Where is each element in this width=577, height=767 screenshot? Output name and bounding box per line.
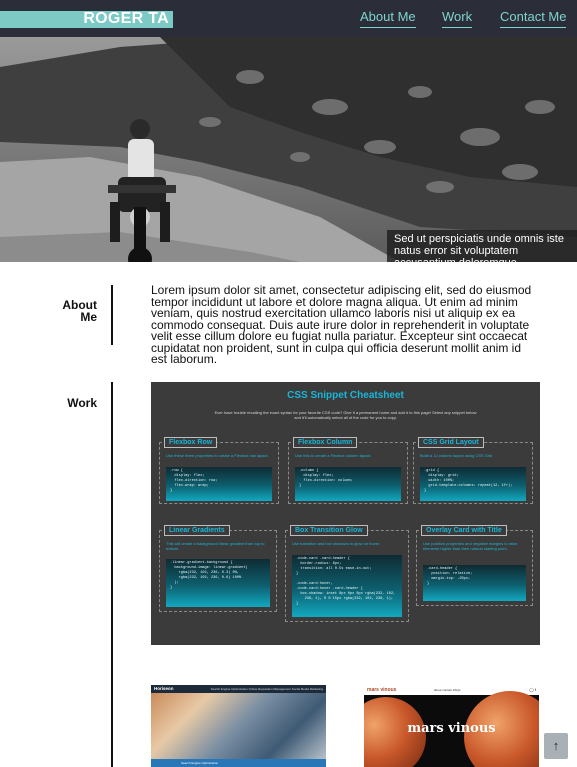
cheatsheet-title: CSS Snippet Cheatsheet [287, 390, 404, 401]
card-linear-gradients[interactable]: Linear Gradients This will create a back… [159, 525, 277, 612]
card-title: Linear Gradients [164, 525, 230, 536]
work-heading: Work [67, 396, 97, 410]
logo-text: ROGER TA [83, 10, 169, 27]
card-flexbox-row[interactable]: Flexbox Row Use these three properties t… [159, 437, 279, 504]
hero-photo [0, 37, 577, 262]
code-block[interactable]: .column { display: flex; flex-direction:… [295, 467, 401, 501]
project-mars-vinous[interactable]: mars vinous about contact FAQs ◯ f mars … [364, 685, 539, 767]
thumb-navbar: Horiseon Search Engine Optimization Onli… [151, 685, 326, 693]
project-css-cheatsheet[interactable]: CSS Snippet Cheatsheet Ever have trouble… [151, 382, 540, 645]
card-title: Box Transition Glow [290, 525, 368, 536]
card-title: CSS Grid Layout [418, 437, 484, 448]
card-flexbox-column[interactable]: Flexbox Column Use this to create a Flex… [288, 437, 408, 504]
project-horiseon[interactable]: Horiseon Search Engine Optimization Onli… [151, 685, 326, 767]
code-block[interactable]: .grid { display: grid; width: 100%; grid… [420, 467, 526, 501]
cheatsheet-subtitle: Ever have trouble recalling the exact sy… [214, 410, 477, 420]
card-title: Flexbox Column [293, 437, 358, 448]
nav-work[interactable]: Work [442, 9, 473, 28]
card-box-transition-glow[interactable]: Box Transition Glow Use transition and b… [285, 525, 409, 622]
thumb-footer-bar: Search Engine Optimization [151, 759, 326, 767]
thumb-hero-image [151, 693, 326, 759]
code-block[interactable]: .row { display: flex; flex-direction: ro… [166, 467, 272, 501]
card-desc: Use this to create a Flexbox column layo… [295, 453, 372, 458]
nav-contact-me[interactable]: Contact Me [500, 9, 567, 28]
thumb-title: mars vinous [407, 721, 496, 736]
thumb-brand: mars vinous [367, 687, 397, 693]
code-block[interactable]: .linear-gradient-background { background… [166, 559, 270, 607]
card-overlay-card-with-title[interactable]: Overlay Card with Title Use position pro… [416, 525, 533, 606]
social-icons: ◯ f [529, 687, 536, 692]
scroll-to-top-button[interactable]: ↑ [544, 733, 568, 759]
thumb-footer-text: Search Engine Optimization [181, 761, 219, 765]
about-text: Lorem ipsum dolor sit amet, consectetur … [151, 283, 532, 366]
about-divider [111, 285, 113, 345]
card-desc: Use transition and box shadows to glow o… [292, 541, 381, 546]
thumb-brand: Horiseon [154, 686, 174, 691]
card-desc: Use these three properties to create a F… [166, 453, 269, 458]
site-header: ROGER TA About Me Work Contact Me [0, 0, 577, 37]
hero-caption: Sed ut perspiciatis unde omnis iste natu… [387, 230, 577, 262]
thumb-nav-links: about contact FAQs [434, 688, 461, 692]
thumb-hero-image: mars vinous [364, 691, 539, 767]
logo-bar[interactable]: ROGER TA [0, 10, 173, 28]
thumb-nav-links: Search Engine Optimization Online Reputa… [210, 687, 323, 691]
card-desc: Build a 12 column layout using CSS Grid [420, 453, 493, 458]
code-block[interactable]: .code-card .card-header { border-radius:… [292, 555, 402, 617]
card-desc: This will create a background linear gra… [166, 541, 265, 551]
card-title: Flexbox Row [164, 437, 218, 448]
card-desc: Use position properties and negative mar… [423, 541, 518, 551]
about-me-heading: About Me [62, 298, 97, 324]
card-css-grid-layout[interactable]: CSS Grid Layout Build a 12 column layout… [413, 437, 533, 504]
card-title: Overlay Card with Title [421, 525, 507, 536]
hero-image: Sed ut perspiciatis unde omnis iste natu… [0, 37, 577, 262]
code-block[interactable]: .card-header { position: relative; margi… [423, 565, 526, 601]
work-divider [111, 382, 113, 767]
nav-about-me[interactable]: About Me [360, 9, 416, 28]
